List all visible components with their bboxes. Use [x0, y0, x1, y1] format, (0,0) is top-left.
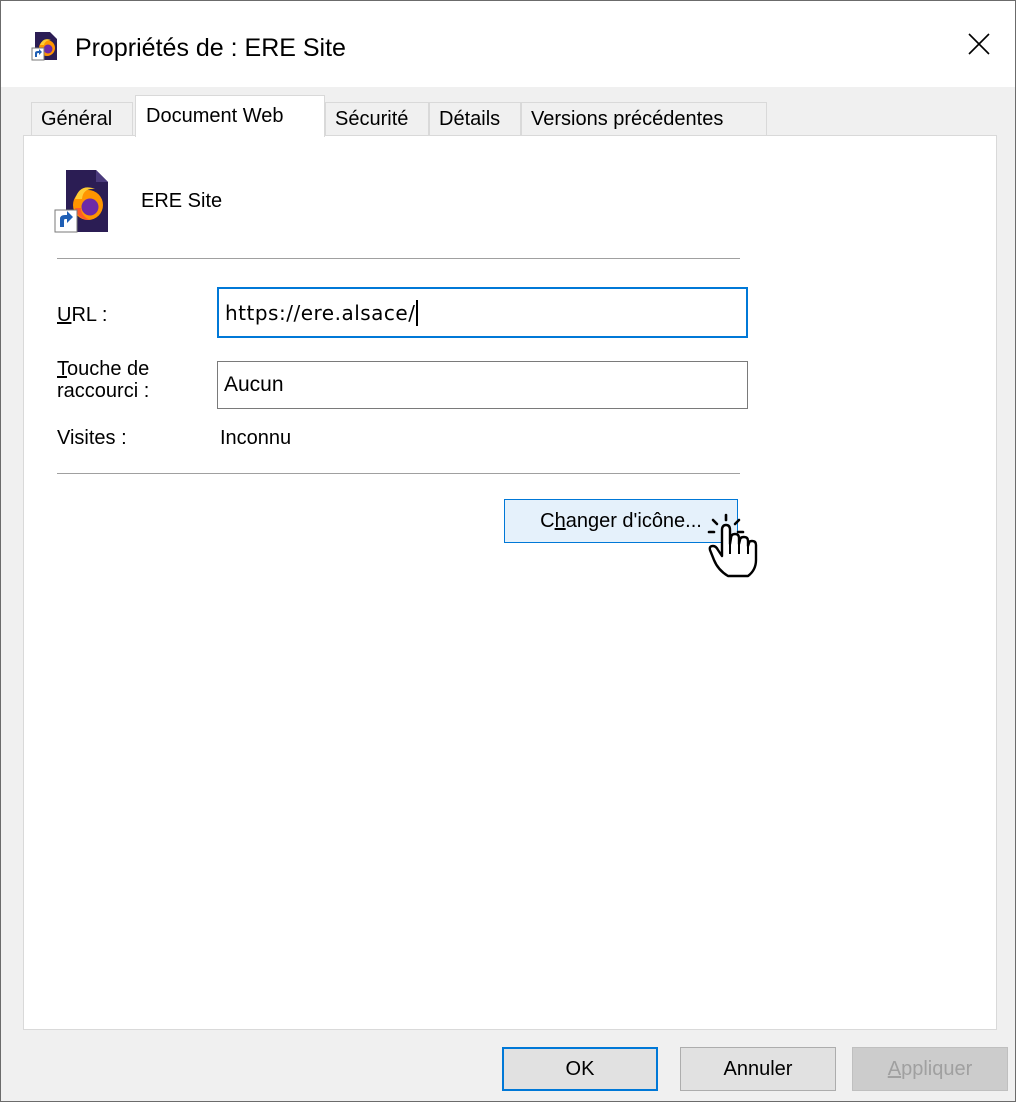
tab-general[interactable]: Général: [31, 102, 133, 136]
title-bar[interactable]: Propriétés de : ERE Site: [1, 1, 1015, 87]
ok-button[interactable]: OK: [502, 1047, 658, 1091]
tab-securite[interactable]: Sécurité: [325, 102, 429, 136]
tab-label: Document Web: [146, 105, 284, 127]
hotkey-label-line2: raccourci :: [57, 380, 150, 402]
properties-dialog: Propriétés de : ERE Site Général Documen…: [0, 0, 1016, 1102]
close-icon: [968, 33, 990, 55]
hotkey-value: Aucun: [224, 373, 284, 396]
firefox-shortcut-icon: [31, 32, 57, 61]
tab-label: Sécurité: [335, 108, 409, 130]
url-label: URL :: [57, 303, 107, 327]
hotkey-label-mnemonic: T: [57, 358, 67, 380]
ok-label: OK: [565, 1057, 595, 1080]
apply-label: Appliquer: [888, 1058, 973, 1081]
hotkey-label-line1: Touche de: [57, 358, 149, 380]
tab-panel-document-web: ERE Site URL : https://ere.alsace/ Touch…: [23, 135, 997, 1030]
tab-document-web[interactable]: Document Web: [135, 95, 325, 137]
cancel-label: Annuler: [723, 1057, 793, 1080]
text-caret: [416, 299, 419, 326]
separator: [57, 258, 740, 260]
hand-pointer-cursor-icon: [707, 513, 758, 578]
tab-label: Détails: [439, 108, 501, 130]
tab-versions-precedentes[interactable]: Versions précédentes: [521, 102, 767, 136]
apply-label-rest: ppliquer: [901, 1057, 973, 1080]
change-icon-label-after: anger d'icône...: [565, 509, 702, 532]
url-value: https://ere.alsace/: [225, 300, 416, 325]
hotkey-field[interactable]: Aucun: [217, 361, 748, 409]
window-title: Propriétés de : ERE Site: [75, 34, 346, 62]
tab-label: Général: [41, 108, 113, 130]
url-label-mnemonic: U: [57, 304, 72, 326]
url-field[interactable]: https://ere.alsace/: [217, 287, 748, 338]
hotkey-label: Touche de raccourci :: [57, 358, 149, 402]
close-button[interactable]: [943, 1, 1015, 87]
cancel-button[interactable]: Annuler: [680, 1047, 836, 1091]
change-icon-label-mnemonic: h: [554, 509, 566, 532]
separator: [57, 473, 740, 475]
apply-button[interactable]: Appliquer: [852, 1047, 1008, 1091]
visits-value: Inconnu: [220, 427, 292, 449]
change-icon-label-before: C: [540, 509, 555, 532]
hotkey-label-line1-rest: ouche de: [67, 358, 150, 380]
tab-details[interactable]: Détails: [429, 102, 521, 136]
url-label-rest: RL :: [71, 304, 108, 326]
shortcut-name: ERE Site: [141, 190, 223, 212]
visits-label: Visites :: [57, 427, 127, 449]
tab-label: Versions précédentes: [531, 108, 724, 130]
apply-label-mnemonic: A: [887, 1057, 902, 1080]
change-icon-button-label: Changer d'icône...: [540, 510, 702, 533]
firefox-shortcut-icon: [54, 170, 108, 233]
